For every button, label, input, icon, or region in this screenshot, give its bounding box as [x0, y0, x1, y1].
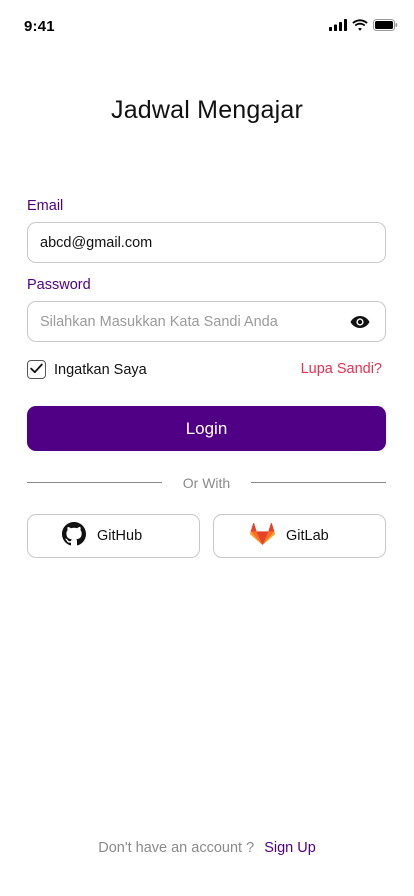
page-title: Jadwal Mengajar — [111, 96, 303, 124]
gitlab-login-button[interactable]: GitLab — [213, 514, 386, 558]
divider-line-right — [251, 482, 386, 483]
battery-icon — [373, 19, 398, 31]
password-label: Password — [27, 277, 91, 293]
divider-line-left — [27, 482, 162, 483]
checkmark-icon — [30, 361, 43, 379]
login-button[interactable]: Login — [27, 406, 386, 451]
cellular-signal-icon — [329, 19, 347, 31]
remember-me-checkbox[interactable]: Ingatkan Saya — [27, 360, 147, 379]
email-field[interactable] — [40, 234, 373, 251]
gitlab-icon — [249, 522, 276, 551]
status-bar: 9:41 — [0, 0, 414, 50]
forgot-password-link[interactable]: Lupa Sandi? — [301, 361, 382, 377]
status-time: 9:41 — [24, 18, 55, 35]
eye-icon[interactable] — [350, 314, 370, 335]
no-account-text: Don't have an account ? — [98, 840, 255, 856]
status-icons — [329, 19, 398, 31]
wifi-icon — [352, 19, 368, 31]
password-field-container — [27, 301, 386, 342]
checkbox-box[interactable] — [27, 360, 46, 379]
password-field[interactable] — [40, 313, 373, 330]
sign-up-link[interactable]: Sign Up — [264, 840, 316, 856]
email-field-container — [27, 222, 386, 263]
github-label: GitHub — [97, 528, 143, 544]
signup-footer: Don't have an account ? Sign Up — [0, 840, 414, 856]
remember-me-label: Ingatkan Saya — [54, 361, 147, 378]
gitlab-label: GitLab — [286, 528, 329, 544]
or-with-divider-text: Or With — [182, 475, 231, 491]
github-icon — [62, 521, 86, 551]
github-login-button[interactable]: GitHub — [27, 514, 200, 558]
email-label: Email — [27, 198, 64, 214]
